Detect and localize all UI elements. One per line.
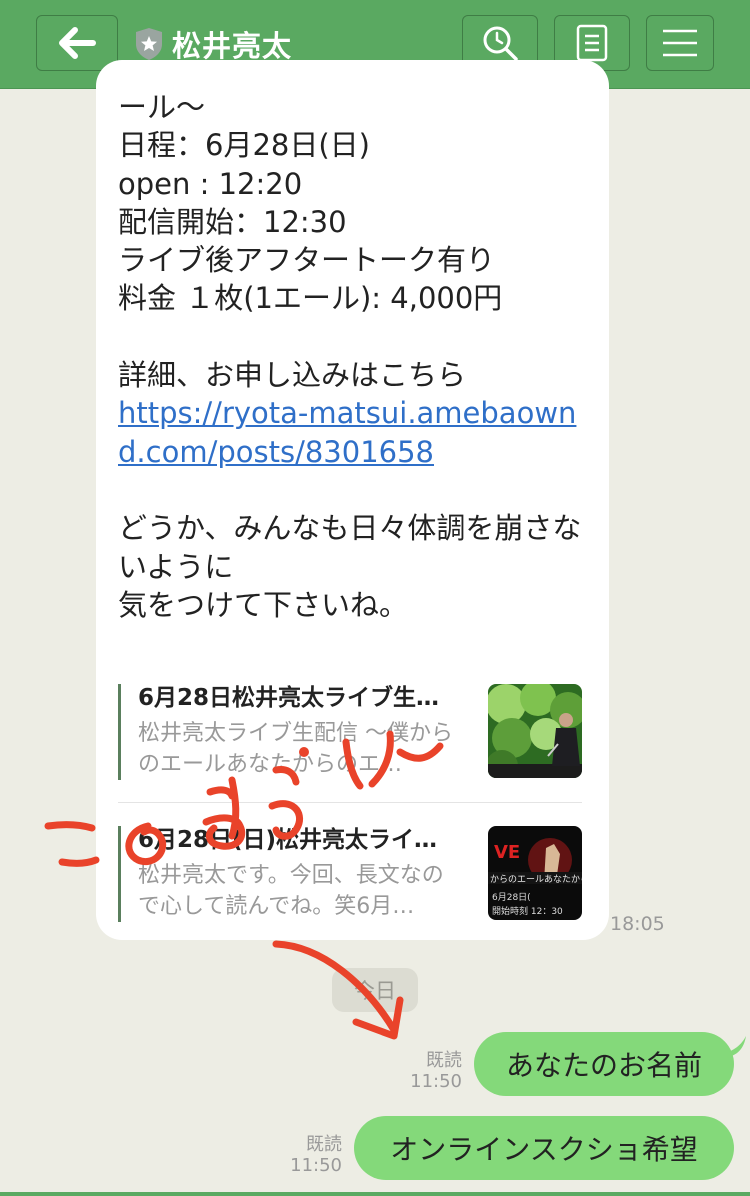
card-thumbnail	[488, 684, 582, 778]
search-icon	[483, 26, 518, 61]
sent-time: 11:50	[290, 1155, 342, 1176]
outgoing-message-text: あなたのお名前	[505, 1049, 702, 1082]
read-label: 既読	[426, 1050, 462, 1071]
incoming-message-bubble: ール〜 日程：6月28日(日) open : 12:20 配信開始：12:30 …	[96, 60, 609, 940]
thumb-time: 開始時刻 12：30	[492, 905, 563, 917]
outgoing-message-bubble: オンラインスクショ希望	[354, 1116, 734, 1180]
card-description: 松井亮太ライブ生配信 〜僕からのエールあなたからのエ…	[138, 721, 453, 777]
bubble-tail	[720, 1036, 746, 1058]
card-accent-bar	[118, 826, 121, 922]
card-title: 6月28日(日)松井亮太ライブ生配信	[138, 827, 458, 853]
card-description: 松井亮太です。今回、長文なので心して読んでね。笑6月…	[138, 863, 444, 919]
date-divider: 今日	[332, 968, 418, 1012]
card-title: 6月28日松井亮太ライブ生配信 〜僕からのエールあなたからのエール〜	[138, 685, 458, 711]
message-text: ール〜 日程：6月28日(日) open : 12:20 配信開始：12:30 …	[118, 88, 588, 624]
thumb-banner: からのエールあなたからのエ	[490, 874, 582, 885]
read-label: 既読	[306, 1134, 342, 1155]
card-thumbnail: VE からのエールあなたからのエ 6月28日( 開始時刻 12：30	[488, 826, 582, 920]
menu-icon	[663, 29, 697, 57]
message-body-bottom: どうか、みんなも日々体調を崩さないように 気をつけて下さいね。	[118, 511, 582, 622]
read-receipt: 既読 11:50	[400, 1050, 462, 1092]
thumb-date: 6月28日(	[492, 892, 531, 903]
chat-title: 松井亮太	[134, 24, 292, 64]
link-preview-card[interactable]: 6月28日松井亮太ライブ生配信 〜僕からのエールあなたからのエール〜 松井亮太ラ…	[118, 684, 582, 780]
message-link[interactable]: https://ryota-matsui.amebaownd.com/posts…	[118, 396, 576, 468]
outgoing-message-bubble: あなたのお名前	[474, 1032, 734, 1096]
link-preview-card[interactable]: 6月28日(日)松井亮太ライブ生配信 松井亮太です。今回、長文なので心して読んで…	[118, 826, 582, 922]
message-body-top: ール〜 日程：6月28日(日) open : 12:20 配信開始：12:30 …	[118, 90, 503, 393]
menu-button[interactable]	[646, 15, 714, 71]
chat-title-text: 松井亮太	[172, 29, 293, 63]
outgoing-message-text: オンラインスクショ希望	[390, 1133, 698, 1166]
card-accent-bar	[118, 684, 121, 780]
bottom-bar	[0, 1192, 750, 1196]
back-arrow-icon	[59, 27, 96, 59]
notes-icon	[576, 24, 608, 62]
official-shield-star-icon	[136, 28, 162, 60]
back-button[interactable]	[36, 15, 118, 71]
read-receipt: 既読 11:50	[280, 1134, 342, 1176]
message-time: 18:05	[610, 913, 665, 935]
sent-time: 11:50	[410, 1071, 462, 1092]
thumb-big-text: VE	[494, 842, 520, 863]
card-separator	[118, 802, 582, 803]
